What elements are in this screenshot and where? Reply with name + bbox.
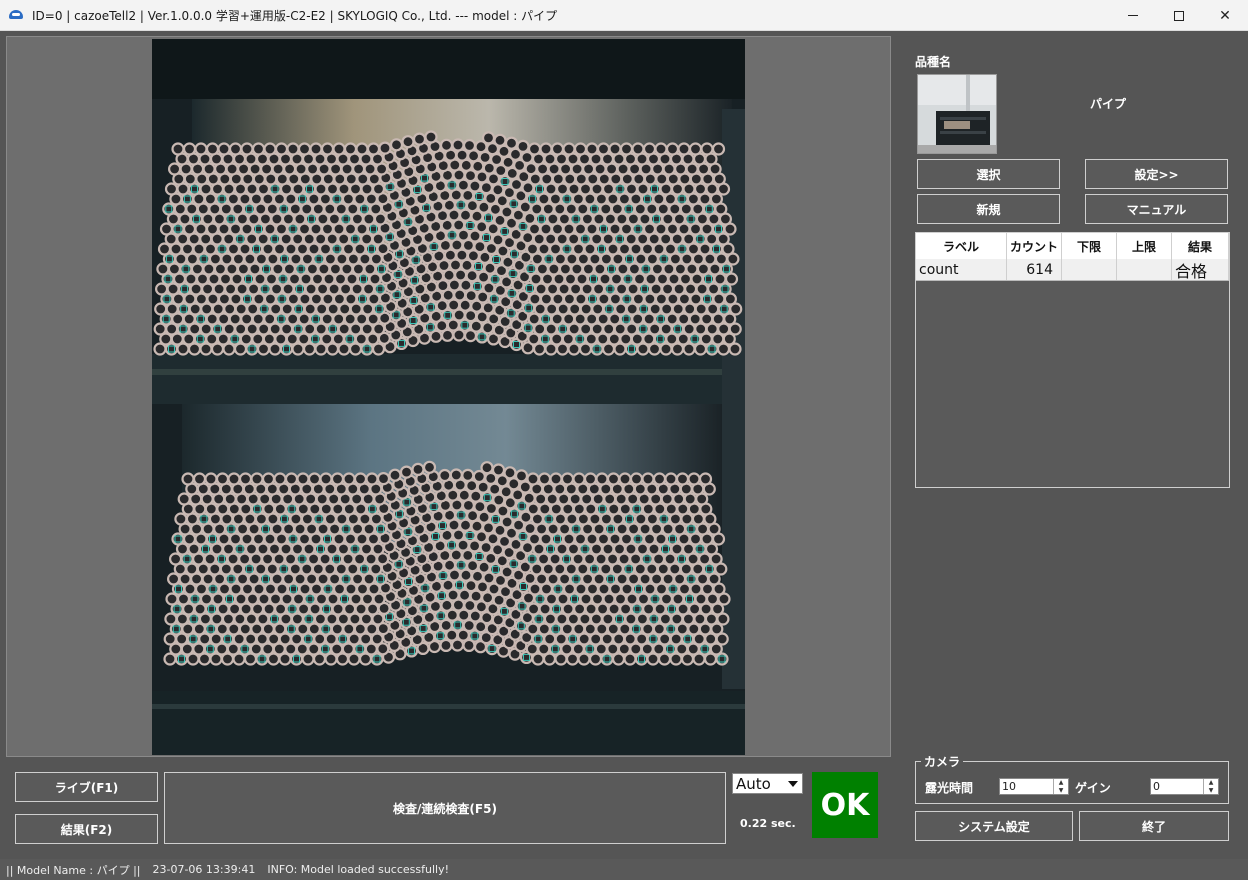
cell-label: count xyxy=(916,259,1007,280)
cell-lower xyxy=(1062,259,1117,280)
exposure-stepper-arrows[interactable]: ▲ ▼ xyxy=(1053,779,1068,794)
elapsed-time: 0.22 sec. xyxy=(740,817,796,830)
cell-count: 614 xyxy=(1007,259,1062,280)
trigger-mode-value: Auto xyxy=(736,774,771,793)
header-lower[interactable]: 下限 xyxy=(1062,233,1117,259)
exposure-stepper[interactable]: 10 ▲ ▼ xyxy=(999,778,1069,795)
live-button[interactable]: ライブ(F1) xyxy=(15,772,158,802)
exit-button[interactable]: 終了 xyxy=(1079,811,1229,841)
header-count[interactable]: カウント xyxy=(1007,233,1062,259)
cell-result: 合格 xyxy=(1172,259,1229,281)
chevron-down-icon xyxy=(788,781,798,787)
status-bar: || Model Name : パイプ || 23-07-06 13:39:41… xyxy=(0,859,1248,880)
manual-button[interactable]: マニュアル xyxy=(1085,194,1228,224)
window-controls: ✕ xyxy=(1110,0,1248,31)
header-upper[interactable]: 上限 xyxy=(1117,233,1172,259)
result-table-header: ラベル カウント 下限 上限 結果 xyxy=(916,233,1229,259)
trigger-mode-select[interactable]: Auto xyxy=(732,773,803,794)
new-button[interactable]: 新規 xyxy=(917,194,1060,224)
camera-legend: カメラ xyxy=(921,753,964,770)
cazoe-app-icon xyxy=(9,7,25,23)
exposure-value: 10 xyxy=(1002,780,1016,793)
judgement-badge: OK xyxy=(812,772,878,838)
model-name-label: 品種名 xyxy=(915,55,952,69)
model-thumbnail xyxy=(917,74,997,154)
inspection-image xyxy=(152,39,745,755)
minimize-icon xyxy=(1128,15,1138,16)
header-label[interactable]: ラベル xyxy=(916,233,1007,259)
gain-label: ゲイン xyxy=(1075,781,1111,795)
cell-upper xyxy=(1117,259,1172,280)
image-viewer xyxy=(6,36,891,757)
result-button[interactable]: 結果(F2) xyxy=(15,814,158,844)
gain-stepper[interactable]: 0 ▲ ▼ xyxy=(1150,778,1219,795)
system-settings-button[interactable]: システム設定 xyxy=(915,811,1073,841)
arrow-down-icon[interactable]: ▼ xyxy=(1204,787,1218,795)
header-result[interactable]: 結果 xyxy=(1172,233,1229,259)
result-table: ラベル カウント 下限 上限 結果 count 614 合格 xyxy=(915,232,1230,488)
inspection-image-canvas xyxy=(152,39,745,755)
arrow-down-icon[interactable]: ▼ xyxy=(1054,787,1068,795)
select-button[interactable]: 選択 xyxy=(917,159,1060,189)
table-row[interactable]: count 614 合格 xyxy=(916,259,1229,281)
status-model: || Model Name : パイプ || xyxy=(6,863,141,877)
model-name-value: パイプ xyxy=(1089,97,1126,111)
settings-button[interactable]: 設定>> xyxy=(1085,159,1228,189)
gain-stepper-arrows[interactable]: ▲ ▼ xyxy=(1203,779,1218,794)
title-bar: ID=0 | cazoeTell2 | Ver.1.0.0.0 学習+運用版-C… xyxy=(0,0,1248,31)
arrow-up-icon[interactable]: ▲ xyxy=(1204,779,1218,787)
minimize-button[interactable] xyxy=(1110,0,1156,31)
close-icon: ✕ xyxy=(1219,7,1231,24)
maximize-button[interactable] xyxy=(1156,0,1202,31)
status-message: INFO: Model loaded successfully! xyxy=(267,863,449,876)
close-button[interactable]: ✕ xyxy=(1202,0,1248,31)
status-timestamp: 23-07-06 13:39:41 xyxy=(152,863,256,876)
model-thumbnail-image xyxy=(918,75,996,153)
inspect-button[interactable]: 検査/連続検査(F5) xyxy=(164,772,726,844)
arrow-up-icon[interactable]: ▲ xyxy=(1054,779,1068,787)
gain-value: 0 xyxy=(1153,780,1160,793)
exposure-label: 露光時間 xyxy=(925,781,974,795)
window-title: ID=0 | cazoeTell2 | Ver.1.0.0.0 学習+運用版-C… xyxy=(32,8,558,23)
maximize-icon xyxy=(1174,10,1184,21)
